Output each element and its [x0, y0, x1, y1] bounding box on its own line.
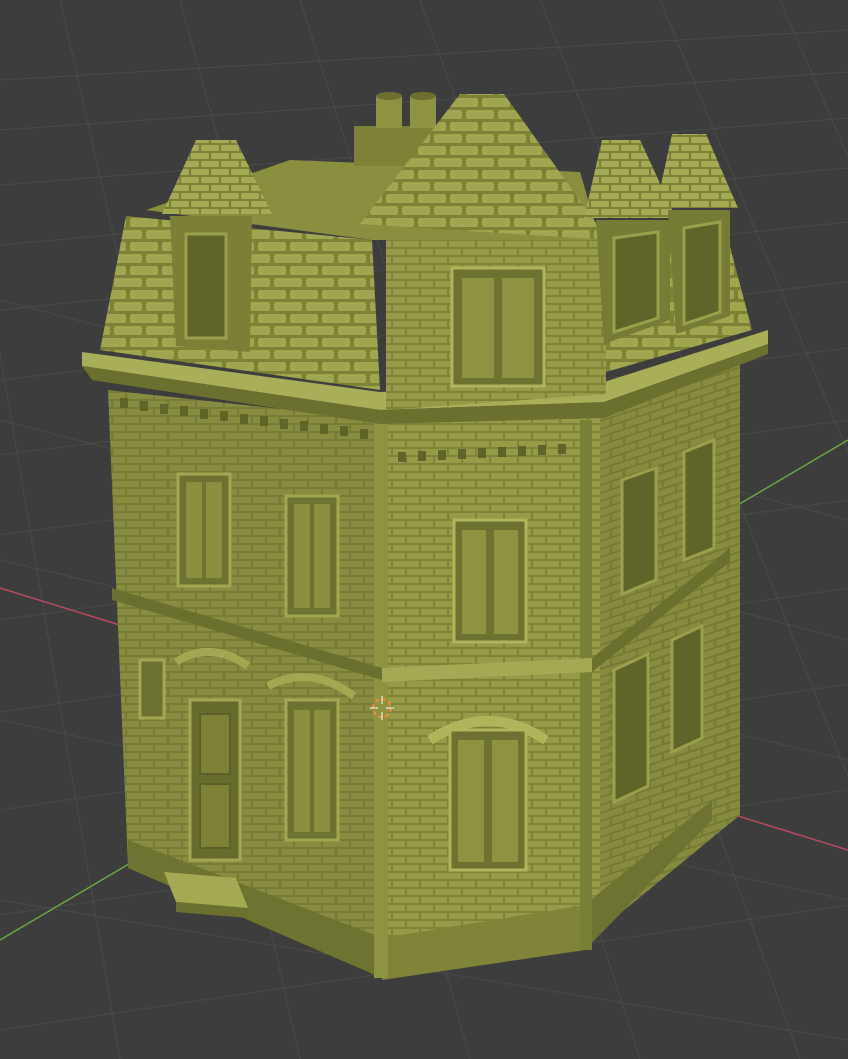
corner-pilaster-right	[580, 420, 592, 950]
building-model[interactable]	[82, 92, 768, 980]
3d-viewport[interactable]	[0, 0, 848, 1059]
center-facade	[382, 398, 600, 975]
